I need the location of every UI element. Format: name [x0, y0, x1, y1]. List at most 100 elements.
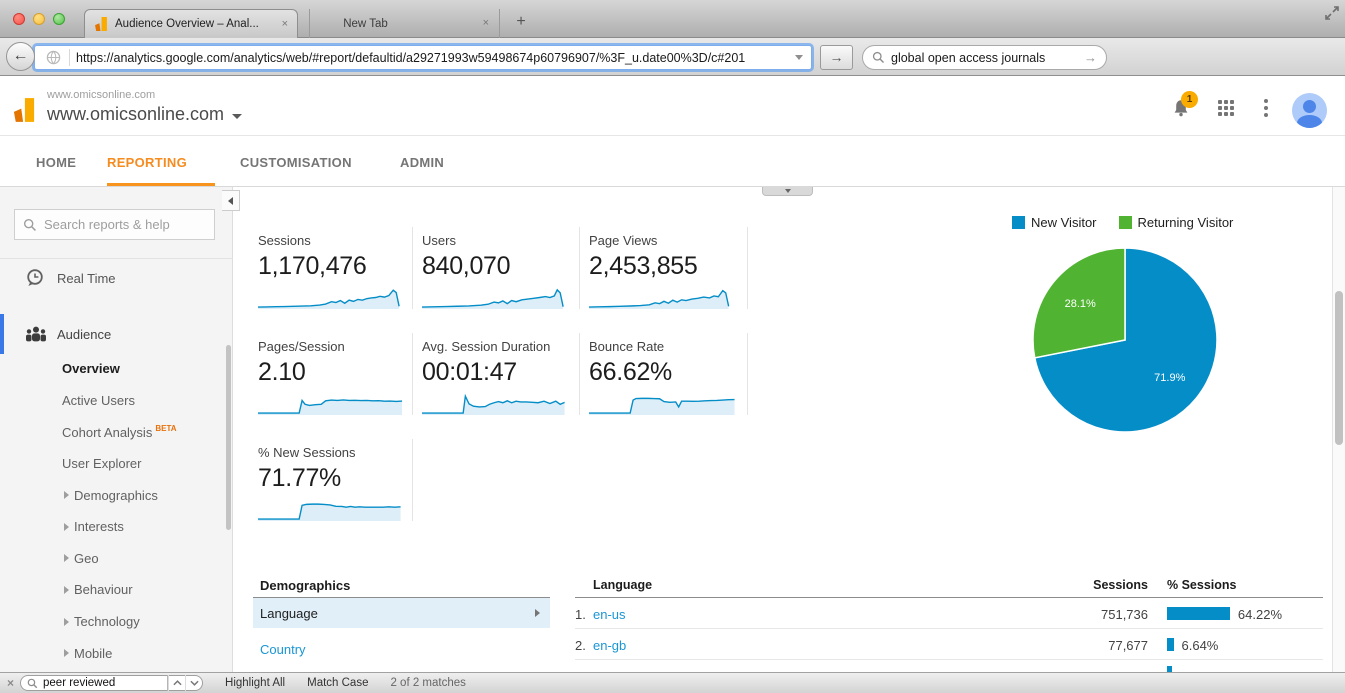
metric-value: 71.77%: [258, 464, 412, 493]
sidebar-item-label: Mobile: [74, 646, 112, 661]
metric-card-new-sessions[interactable]: % New Sessions 71.77%: [258, 439, 413, 521]
tab-new-tab[interactable]: New Tab ×: [309, 9, 500, 38]
sidebar-item-demographics[interactable]: Demographics: [0, 479, 233, 511]
nav-tab-admin[interactable]: ADMIN: [400, 155, 444, 170]
close-window-button[interactable]: [13, 13, 25, 25]
metric-label: Pages/Session: [258, 339, 412, 354]
sidebar-item-label: Cohort AnalysisBETA: [62, 424, 177, 440]
metric-card-pages-session[interactable]: Pages/Session2.10: [258, 333, 413, 415]
demographics-row-label: Country: [260, 642, 306, 657]
divider: [0, 258, 233, 259]
sidebar-item-real-time[interactable]: Real Time: [0, 264, 233, 292]
url-bar[interactable]: https://analytics.google.com/analytics/w…: [34, 45, 812, 70]
minimize-window-button[interactable]: [33, 13, 45, 25]
highlight-all-button[interactable]: Highlight All: [225, 677, 285, 689]
metric-card-avg-session-duration[interactable]: Avg. Session Duration00:01:47: [413, 333, 580, 415]
pie-slice-label: 28.1%: [1065, 298, 1096, 310]
property-selector[interactable]: www.omicsonline.com: [47, 104, 242, 125]
sidebar-scrollbar-thumb[interactable]: [226, 345, 231, 530]
metric-card-users[interactable]: Users 840,070: [413, 227, 580, 309]
sidebar-item-overview[interactable]: Overview: [0, 353, 233, 385]
find-input[interactable]: peer reviewed: [20, 675, 203, 691]
sidebar-item-label: User Explorer: [62, 456, 141, 471]
search-go-icon[interactable]: →: [1084, 50, 1097, 65]
tab-audience-overview[interactable]: Audience Overview – Anal... ×: [84, 9, 298, 38]
metric-label: Page Views: [589, 233, 747, 248]
analytics-favicon: [94, 17, 108, 31]
notifications-bell-icon[interactable]: 1: [1171, 98, 1191, 118]
page-scrollbar-thumb[interactable]: [1335, 291, 1343, 445]
metric-card-bounce-rate[interactable]: Bounce Rate66.62%: [580, 333, 748, 415]
url-separator: [69, 49, 70, 66]
nav-tab-customisation[interactable]: CUSTOMISATION: [240, 155, 352, 170]
google-apps-grid-icon[interactable]: [1218, 100, 1234, 116]
beta-badge: BETA: [155, 424, 176, 433]
metric-card-page-views[interactable]: Page Views2,453,855: [580, 227, 748, 309]
metric-sparkline: [258, 392, 405, 415]
page-scrollbar[interactable]: [1332, 187, 1345, 676]
tab-close-icon[interactable]: ×: [483, 18, 489, 29]
expand-arrow-icon: [64, 491, 69, 499]
metric-sparkline: [589, 392, 736, 415]
sidebar-item-audience[interactable]: Audience: [0, 320, 233, 348]
url-history-dropdown-icon[interactable]: [795, 55, 803, 60]
sidebar-search-input[interactable]: Search reports & help: [14, 209, 215, 240]
column-header-pct-sessions[interactable]: % Sessions: [1167, 578, 1236, 592]
sidebar-item-behaviour[interactable]: Behaviour: [0, 574, 233, 606]
audience-icon: [25, 326, 47, 342]
sidebar-item-mobile[interactable]: Mobile: [0, 637, 233, 669]
sidebar-item-active-users[interactable]: Active Users: [0, 385, 233, 417]
tab-close-icon[interactable]: ×: [282, 19, 288, 30]
user-avatar[interactable]: [1292, 93, 1327, 128]
legend-swatch: [1119, 216, 1132, 229]
find-close-icon[interactable]: ×: [7, 676, 14, 690]
nav-tab-home[interactable]: HOME: [36, 155, 76, 170]
sidebar-item-technology[interactable]: Technology: [0, 606, 233, 638]
url-text[interactable]: https://analytics.google.com/analytics/w…: [76, 51, 787, 65]
ga-nav: HOME REPORTING CUSTOMISATION ADMIN: [0, 136, 1345, 187]
row-rank: 1.: [575, 607, 586, 622]
site-identity-globe-icon: [46, 50, 61, 65]
metric-sparkline: [422, 392, 569, 415]
sessions-value: 77,677: [1108, 638, 1148, 653]
search-bar[interactable]: global open access journals →: [862, 45, 1107, 70]
metric-label: % New Sessions: [258, 445, 412, 460]
zoom-window-button[interactable]: [53, 13, 65, 25]
metric-card-sessions[interactable]: Sessions1,170,476: [258, 227, 413, 309]
metric-value: 840,070: [422, 252, 579, 281]
demographics-row-language[interactable]: Language: [253, 598, 550, 628]
metric-value: 00:01:47: [422, 358, 579, 387]
notification-badge: 1: [1181, 91, 1198, 108]
ga-header: www.omicsonline.com www.omicsonline.com …: [0, 76, 1345, 136]
metric-label: Users: [422, 233, 579, 248]
sidebar-item-interests[interactable]: Interests: [0, 511, 233, 543]
sidebar-item-cohort-analysis[interactable]: Cohort AnalysisBETA: [0, 416, 233, 448]
sidebar-item-label: Behaviour: [74, 582, 133, 597]
match-case-button[interactable]: Match Case: [307, 677, 368, 689]
search-query-text[interactable]: global open access journals: [891, 51, 1078, 65]
legend-item-returning-visitor[interactable]: Returning Visitor: [1119, 215, 1234, 230]
new-tab-button[interactable]: +: [510, 13, 532, 31]
more-options-kebab-icon[interactable]: [1264, 99, 1268, 117]
find-next-button[interactable]: [185, 675, 202, 691]
fullscreen-icon[interactable]: [1324, 5, 1340, 21]
language-link[interactable]: en-gb: [593, 638, 626, 653]
sidebar-collapse-button[interactable]: [222, 190, 240, 211]
go-button[interactable]: →: [820, 45, 853, 70]
column-header-sessions[interactable]: Sessions: [1093, 578, 1148, 592]
metric-row: Pages/Session2.10Avg. Session Duration00…: [258, 333, 748, 415]
demographics-panel: Demographics LanguageCountry: [253, 578, 550, 664]
chevron-left-icon: [228, 197, 233, 205]
collapse-header-handle[interactable]: [762, 187, 813, 196]
find-previous-button[interactable]: [168, 675, 185, 691]
back-button[interactable]: ←: [6, 42, 35, 71]
expand-arrow-icon: [64, 586, 69, 594]
column-header-language[interactable]: Language: [593, 578, 652, 592]
language-link[interactable]: en-us: [593, 607, 626, 622]
demographics-row-country[interactable]: Country: [253, 634, 550, 664]
sidebar-item-geo[interactable]: Geo: [0, 543, 233, 575]
sidebar-item-user-explorer[interactable]: User Explorer: [0, 448, 233, 480]
nav-tab-reporting[interactable]: REPORTING: [107, 155, 187, 170]
find-query-text[interactable]: peer reviewed: [43, 677, 162, 689]
legend-item-new-visitor[interactable]: New Visitor: [1012, 215, 1097, 230]
